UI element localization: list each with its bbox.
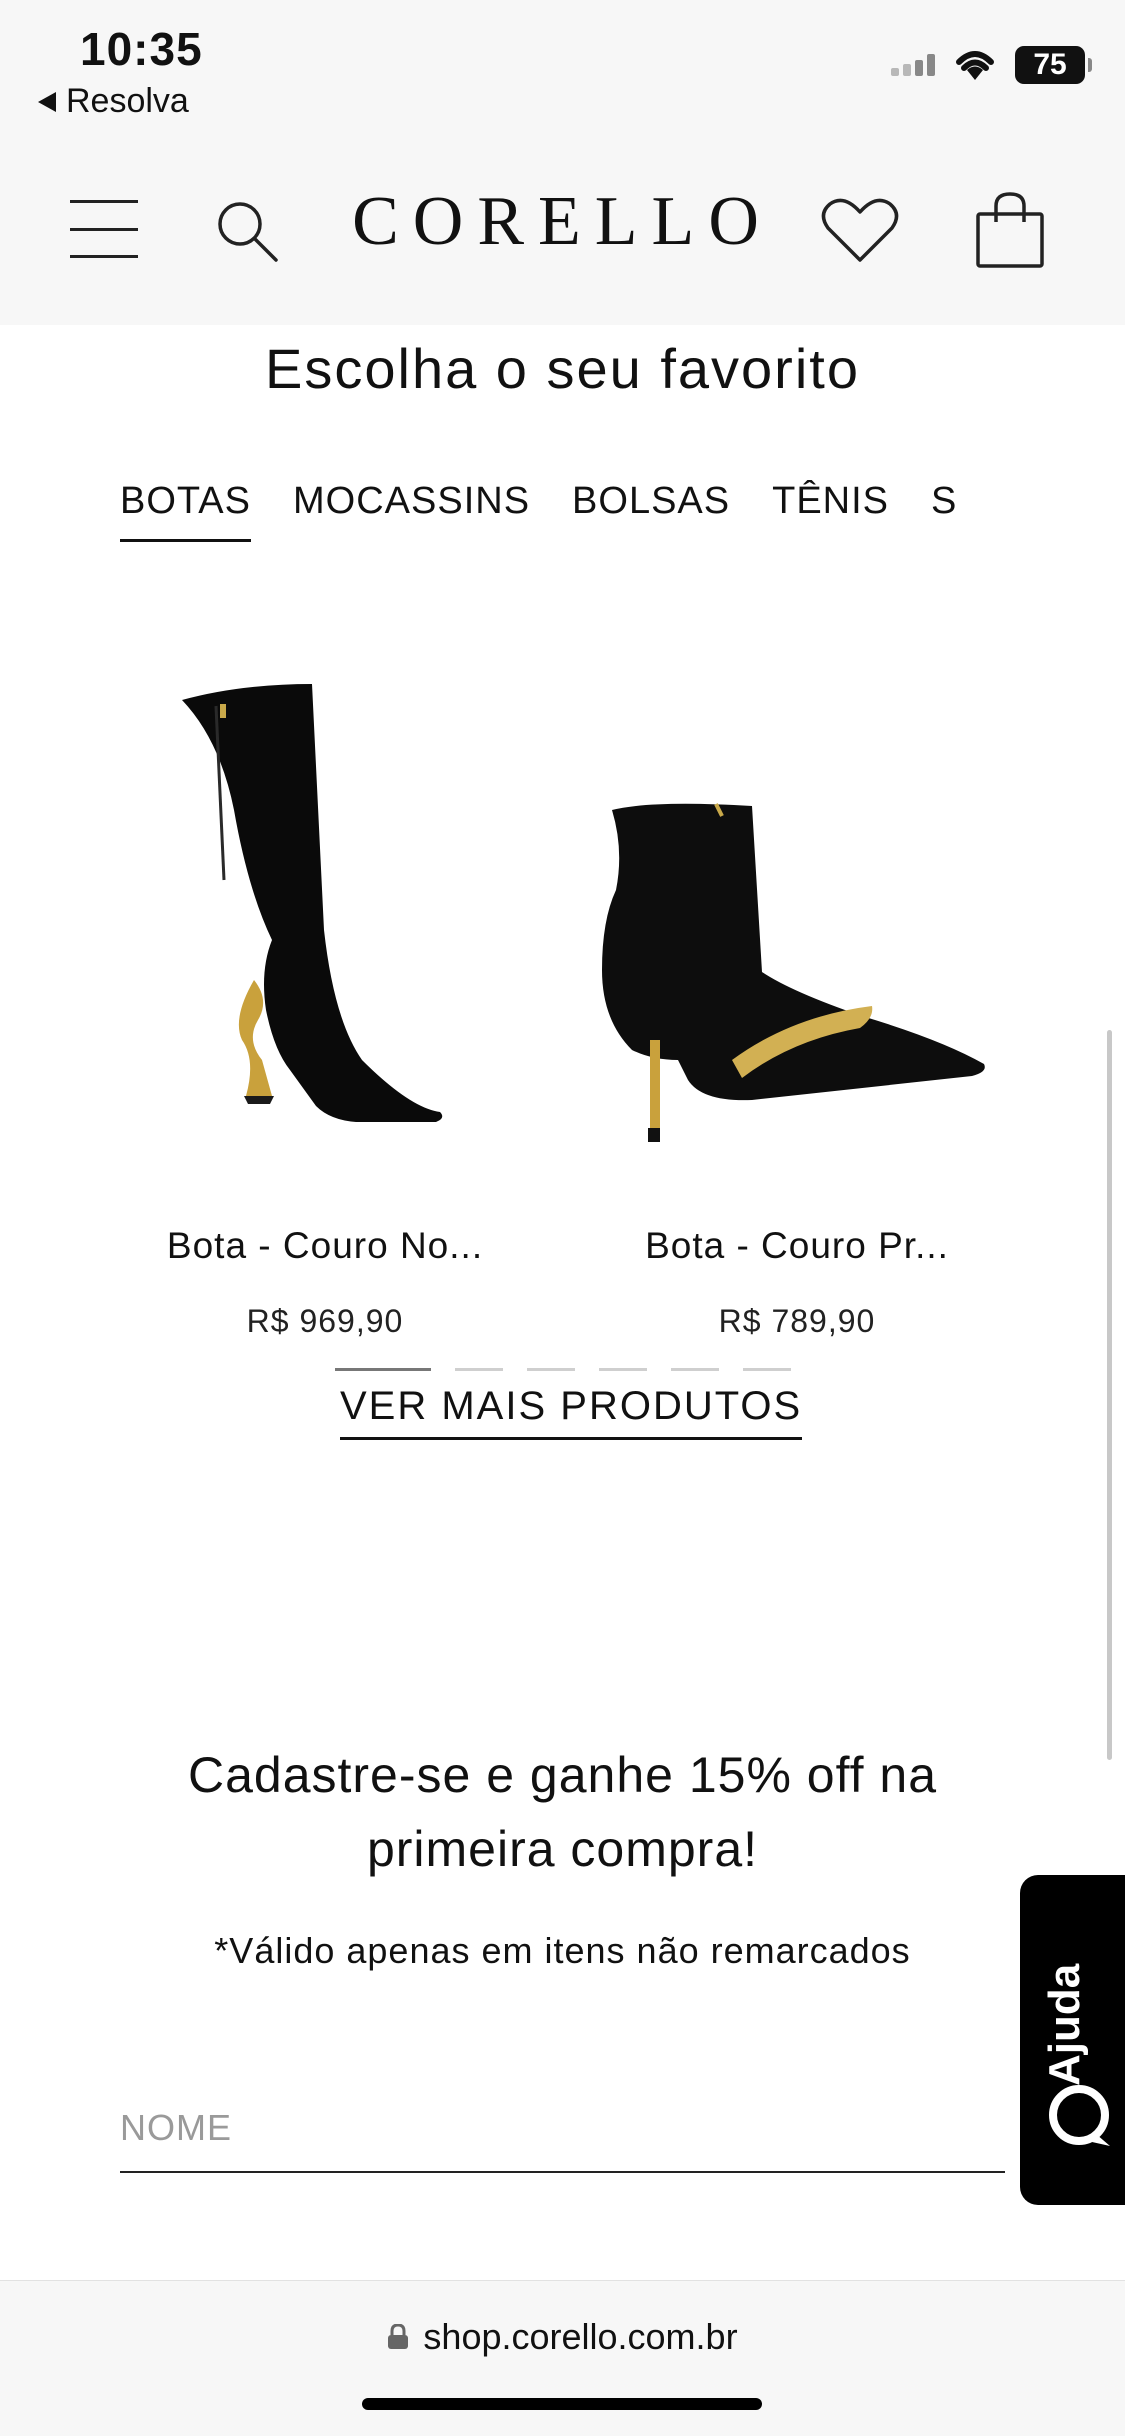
carousel-dot[interactable] [599,1368,647,1371]
product-card[interactable]: Bota - Couro No... R$ 969,90 [120,640,530,1340]
header-area: 10:35 Resolva 75 CORELLO [0,0,1125,325]
product-image-ankle-boot[interactable] [592,640,1002,1160]
product-name[interactable]: Bota - Couro No... [120,1225,530,1267]
name-input[interactable] [120,2085,1005,2173]
see-more-products-link[interactable]: VER MAIS PRODUTOS [340,1384,803,1440]
newsletter-title: Cadastre-se e ganhe 15% off na primeira … [0,1738,1125,1886]
status-time: 10:35 [80,23,203,75]
home-indicator[interactable] [362,2398,762,2410]
newsletter-title-line: primeira compra! [366,1821,759,1877]
newsletter-note: *Válido apenas em itens não remarcados [214,1930,911,1971]
browser-bottom-bar [0,2280,1125,2436]
product-name[interactable]: Bota - Couro Pr... [592,1225,1002,1267]
tab-partial[interactable]: S [931,480,957,539]
section-title: Escolha o seu favorito [265,337,860,400]
product-image-tall-boot[interactable] [120,640,530,1160]
carousel-dot[interactable] [335,1368,431,1371]
category-tabs: BOTAS MOCASSINS BOLSAS TÊNIS S [120,480,1005,550]
heart-icon[interactable] [820,196,900,266]
bag-icon[interactable] [970,190,1050,270]
tab-bolsas[interactable]: BOLSAS [572,480,730,539]
carousel-indicator [335,1368,791,1371]
cellular-signal-icon [891,54,935,76]
battery-icon: 75 [1015,46,1092,84]
url-text: shop.corello.com.br [423,2316,738,2357]
product-price: R$ 969,90 [246,1303,404,1339]
back-label: Resolva [66,82,189,120]
newsletter-title-line: Cadastre-se e ganhe 15% off na [187,1747,938,1803]
tab-mocassins[interactable]: MOCASSINS [293,480,530,539]
brand-logo[interactable]: CORELLO [0,182,1125,262]
tab-tenis[interactable]: TÊNIS [772,480,889,539]
carousel-dot[interactable] [527,1368,575,1371]
product-card[interactable]: Bota - Couro Pr... R$ 789,90 [592,640,1002,1340]
chat-bubble-icon[interactable] [1044,2080,1114,2150]
tab-botas[interactable]: BOTAS [120,480,251,542]
lock-icon [388,2324,409,2349]
product-price: R$ 789,90 [718,1303,876,1339]
scrollbar[interactable] [1107,1030,1112,1760]
carousel-dot[interactable] [455,1368,503,1371]
back-to-app-link[interactable]: Resolva [38,82,189,121]
back-arrow-icon [38,91,56,112]
carousel-dot[interactable] [743,1368,791,1371]
carousel-dot[interactable] [671,1368,719,1371]
wifi-icon [956,51,994,80]
address-bar[interactable]: shop.corello.com.br [0,2316,1125,2358]
status-indicators: 75 [891,46,1092,84]
